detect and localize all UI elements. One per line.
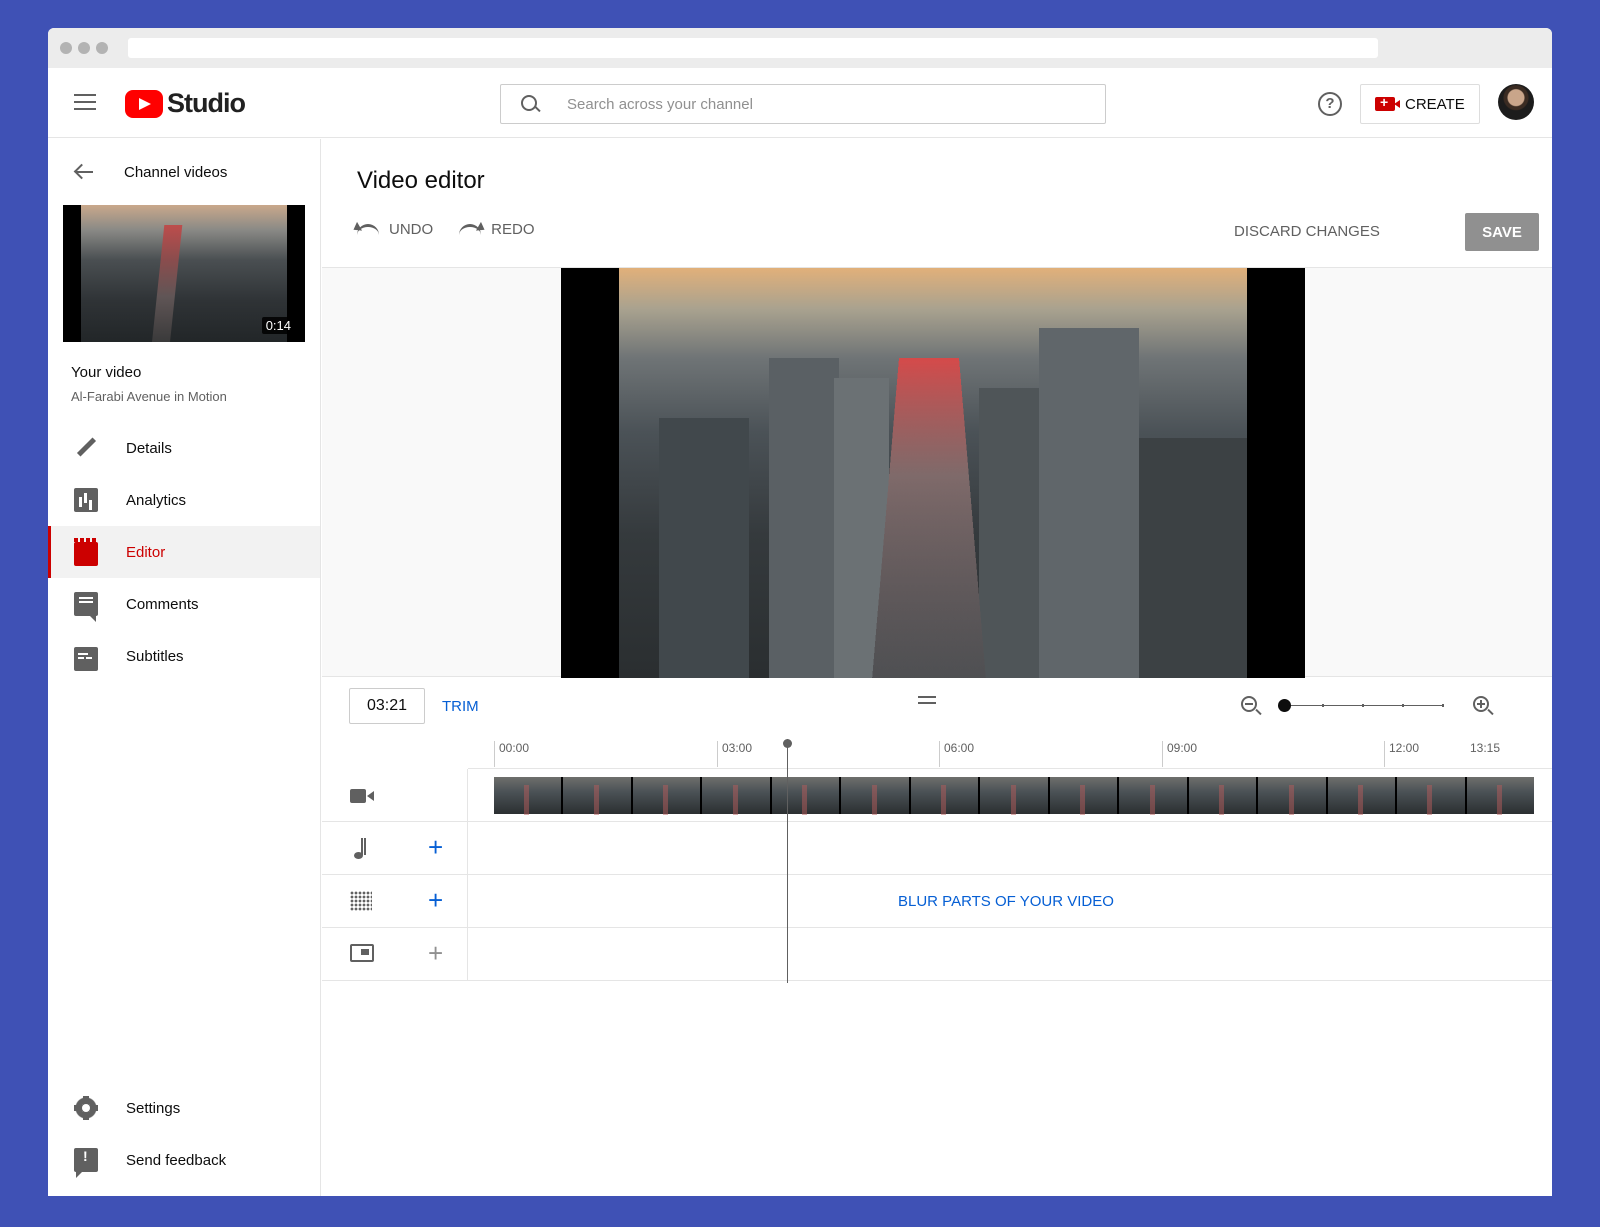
blur-icon: [350, 891, 372, 911]
sidebar-item-analytics[interactable]: Analytics: [48, 474, 320, 526]
blur-parts-link[interactable]: BLUR PARTS OF YOUR VIDEO: [898, 893, 1114, 910]
search-box[interactable]: [500, 84, 1106, 124]
video-title: Al-Farabi Avenue in Motion: [71, 389, 320, 404]
undo-button[interactable]: UNDO: [357, 221, 433, 238]
redo-button[interactable]: REDO: [459, 221, 534, 238]
discard-changes-button[interactable]: DISCARD CHANGES: [1234, 223, 1380, 240]
sidebar-item-label: Comments: [126, 596, 199, 613]
zoom-out-icon[interactable]: [1241, 696, 1261, 716]
search-input[interactable]: [567, 96, 1087, 113]
thumbnail-image: [81, 205, 287, 342]
menu-icon[interactable]: [74, 94, 96, 112]
zoom-slider-knob[interactable]: [1278, 699, 1291, 712]
zoom-slider[interactable]: [1284, 705, 1444, 706]
address-bar[interactable]: [128, 38, 1378, 58]
sidebar-item-comments[interactable]: Comments: [48, 578, 320, 630]
end-screen-icon: [350, 944, 374, 962]
video-thumbnail[interactable]: 0:14: [63, 205, 305, 342]
audio-track: +: [322, 822, 1552, 875]
comments-icon: [74, 592, 98, 616]
video-frame: [619, 268, 1247, 678]
sidebar-item-label: Send feedback: [126, 1152, 226, 1169]
end-screen-track: +: [322, 928, 1552, 981]
analytics-icon: [74, 488, 98, 512]
sidebar-bottom-nav: Settings Send feedback: [48, 1082, 320, 1186]
page-title: Video editor: [357, 167, 485, 195]
back-to-channel-videos[interactable]: Channel videos: [48, 139, 320, 205]
sidebar-item-editor[interactable]: Editor: [48, 526, 320, 578]
back-arrow-icon: [74, 164, 94, 180]
sidebar-nav: Details Analytics Editor Comments Subtit…: [48, 422, 320, 682]
studio-logo[interactable]: Studio: [125, 88, 245, 119]
resize-handle-icon[interactable]: [918, 696, 936, 704]
studio-header: Studio ? CREATE: [48, 68, 1552, 138]
sidebar: Channel videos 0:14 Your video Al-Farabi…: [48, 139, 321, 1196]
sidebar-item-label: Settings: [126, 1100, 180, 1117]
sidebar-item-label: Editor: [126, 544, 165, 561]
back-label: Channel videos: [124, 164, 227, 181]
ruler-tick-label: 09:00: [1162, 741, 1197, 767]
add-blur-button[interactable]: +: [428, 885, 443, 915]
create-video-icon: [1375, 97, 1395, 111]
ruler-tick-label: 12:00: [1384, 741, 1419, 767]
timeline-ruler[interactable]: 00:00 03:00 06:00 09:00 12:00 13:15: [468, 739, 1552, 769]
sidebar-item-label: Analytics: [126, 492, 186, 509]
add-end-screen-button[interactable]: +: [428, 938, 443, 968]
current-time-field[interactable]: 03:21: [349, 688, 425, 724]
playhead[interactable]: [787, 739, 788, 983]
gear-icon: [74, 1096, 98, 1120]
sidebar-item-label: Details: [126, 440, 172, 457]
youtube-logo-icon: [125, 90, 163, 118]
help-icon[interactable]: ?: [1318, 92, 1342, 116]
music-note-icon: [350, 838, 372, 858]
redo-label: REDO: [491, 221, 534, 238]
video-player[interactable]: [561, 268, 1305, 678]
window-controls[interactable]: [60, 42, 108, 54]
create-button[interactable]: CREATE: [1360, 84, 1480, 124]
video-filmstrip[interactable]: [494, 777, 1534, 814]
sidebar-item-settings[interactable]: Settings: [48, 1082, 320, 1134]
ruler-tick-label: 13:15: [1466, 741, 1500, 767]
logo-text: Studio: [167, 88, 245, 119]
sidebar-item-label: Subtitles: [126, 648, 184, 665]
avatar[interactable]: [1498, 84, 1534, 120]
your-video-label: Your video: [71, 364, 320, 381]
ruler-tick-label: 00:00: [494, 741, 529, 767]
sidebar-item-send-feedback[interactable]: Send feedback: [48, 1134, 320, 1186]
add-audio-button[interactable]: +: [428, 832, 443, 862]
video-track: [322, 769, 1552, 822]
timeline-controls: 03:21 TRIM: [322, 679, 1552, 739]
zoom-in-icon[interactable]: [1473, 696, 1493, 716]
timeline-tracks: + + BLUR PARTS OF YOUR VIDEO +: [322, 769, 1552, 981]
sidebar-item-subtitles[interactable]: Subtitles: [48, 630, 320, 682]
video-camera-icon: [350, 789, 366, 803]
sidebar-item-details[interactable]: Details: [48, 422, 320, 474]
save-button[interactable]: SAVE: [1465, 213, 1539, 251]
search-icon: [517, 93, 557, 115]
subtitles-icon: [74, 647, 98, 671]
editor-toolbar: UNDO REDO: [357, 221, 535, 238]
create-label: CREATE: [1405, 96, 1465, 113]
editor-icon: [74, 542, 98, 566]
feedback-icon: [74, 1148, 98, 1172]
pencil-icon: [74, 436, 98, 460]
video-duration: 0:14: [262, 317, 295, 334]
editor-main: Video editor UNDO REDO DISCARD CHANGES S…: [322, 139, 1552, 1196]
undo-label: UNDO: [389, 221, 433, 238]
browser-window: Studio ? CREATE Channel videos 0:14 Your…: [48, 28, 1552, 1196]
ruler-tick-label: 06:00: [939, 741, 974, 767]
blur-track: + BLUR PARTS OF YOUR VIDEO: [322, 875, 1552, 928]
trim-button[interactable]: TRIM: [442, 698, 479, 715]
browser-chrome: [48, 28, 1552, 68]
ruler-tick-label: 03:00: [717, 741, 752, 767]
undo-icon: [357, 224, 379, 236]
video-preview-area: [322, 267, 1552, 677]
redo-icon: [459, 224, 481, 236]
